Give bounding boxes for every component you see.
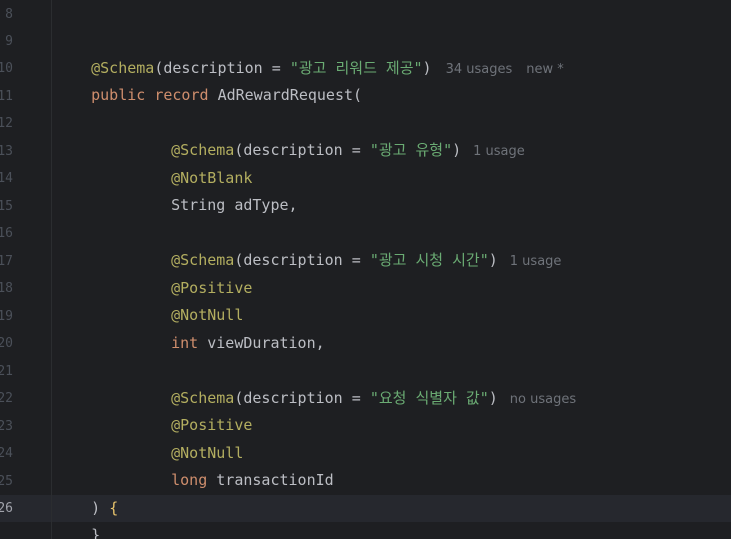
line-number: 15 xyxy=(0,199,13,214)
code-line-10[interactable]: public record AdRewardRequest( xyxy=(55,55,362,104)
line-number: 25 xyxy=(0,474,13,489)
string-literal: "요청 식별자 값" xyxy=(369,389,489,407)
line-number: 24 xyxy=(0,446,13,461)
field-transactionid[interactable]: transactionId xyxy=(207,471,333,489)
paren-close: ) xyxy=(422,59,432,77)
brace-open: { xyxy=(109,499,119,517)
string-literal: "광고 시청 시간" xyxy=(369,251,489,269)
keyword-public: public xyxy=(91,86,146,104)
line-number: 9 xyxy=(5,34,13,49)
line-number: 12 xyxy=(0,116,13,131)
line-number: 22 xyxy=(0,391,13,406)
line-number: 10 xyxy=(0,61,13,76)
line-number-current: 26 xyxy=(0,501,13,516)
line-number: 14 xyxy=(0,171,13,186)
type-long: long xyxy=(171,471,208,489)
type-int: int xyxy=(171,334,199,352)
code-line-17[interactable]: @Positive xyxy=(55,248,252,297)
usages-hint[interactable]: no usages xyxy=(510,392,576,407)
line-number: 8 xyxy=(5,7,13,22)
gutter-divider xyxy=(51,0,52,539)
param-description: description = xyxy=(243,251,370,269)
code-line-26[interactable]: } xyxy=(55,495,100,539)
brace-close: } xyxy=(91,526,101,539)
code-line-23[interactable]: @NotNull xyxy=(55,413,243,462)
code-line-18[interactable]: @NotNull xyxy=(55,275,243,324)
line-number: 19 xyxy=(0,309,13,324)
code-line-19[interactable]: int viewDuration, xyxy=(55,303,325,352)
param-description: description = xyxy=(243,389,370,407)
code-line-25[interactable]: ) { xyxy=(55,468,118,517)
keyword-record: record xyxy=(154,86,209,104)
paren-close: ) xyxy=(488,251,498,269)
field-viewduration[interactable]: viewDuration, xyxy=(198,334,324,352)
paren-close: ) xyxy=(488,389,498,407)
code-line-22[interactable]: @Positive xyxy=(55,385,252,434)
field-adtype[interactable]: adType, xyxy=(225,196,297,214)
line-number: 23 xyxy=(0,419,13,434)
string-literal: "광고 유형" xyxy=(369,141,453,159)
author-hint[interactable]: new * xyxy=(526,62,564,77)
line-number: 11 xyxy=(0,89,13,104)
usages-hint[interactable]: 1 usage xyxy=(473,144,525,159)
usages-hint[interactable]: 34 usages xyxy=(446,62,513,77)
code-line-16[interactable]: @Schema(description = "광고 시청 시간") 1 usage xyxy=(55,220,561,269)
line-number: 16 xyxy=(0,226,13,241)
code-line-13[interactable]: @NotBlank xyxy=(55,138,252,187)
param-description: description = xyxy=(243,141,370,159)
paren-close: ) xyxy=(452,141,462,159)
code-line-21[interactable]: @Schema(description = "요청 식별자 값") no usag… xyxy=(55,358,576,407)
code-line-14[interactable]: String adType, xyxy=(55,165,297,214)
code-editor[interactable]: 8 9 10 11 12 13 14 15 16 17 18 19 20 21 … xyxy=(0,0,731,539)
line-number: 17 xyxy=(0,254,13,269)
code-line-12[interactable]: @Schema(description = "광고 유형") 1 usage xyxy=(55,110,525,159)
line-number: 21 xyxy=(0,364,13,379)
code-line-24[interactable]: long transactionId xyxy=(55,440,334,489)
code-line-9[interactable]: @Schema(description = "광고 리워드 제공") 34 usa… xyxy=(55,28,564,77)
line-number: 20 xyxy=(0,336,13,351)
usages-hint[interactable]: 1 usage xyxy=(510,254,562,269)
line-number: 13 xyxy=(0,144,13,159)
line-number: 18 xyxy=(0,281,13,296)
record-name[interactable]: AdRewardRequest( xyxy=(218,86,363,104)
type-string[interactable]: String xyxy=(171,196,225,214)
current-line-highlight xyxy=(52,495,731,522)
